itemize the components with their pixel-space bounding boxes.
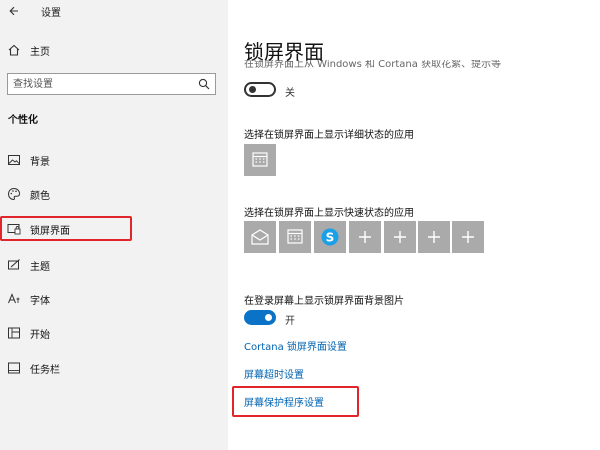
window-title: 设置	[41, 8, 61, 19]
plus-icon	[359, 231, 371, 243]
calendar-icon	[252, 152, 268, 167]
sidebar-item-label: 任务栏	[30, 365, 60, 376]
sidebar: 设置 主页 个性化 背景 颜色	[0, 0, 228, 450]
sidebar-item-colors[interactable]: 颜色	[0, 183, 228, 205]
sidebar-item-start[interactable]: 开始	[0, 322, 228, 344]
signin-background-toggle-label: 开	[285, 316, 295, 327]
fun-facts-description: 在锁屏界面上从 Windows 和 Cortana 获取花絮、提示等	[244, 60, 502, 70]
quick-status-tile-add[interactable]	[349, 221, 381, 253]
sidebar-item-taskbar[interactable]: 任务栏	[0, 357, 228, 379]
svg-text:S: S	[326, 231, 335, 245]
back-arrow-icon[interactable]	[9, 6, 19, 16]
quick-status-tile-add[interactable]	[418, 221, 450, 253]
title-bar: 设置	[0, 0, 228, 22]
detailed-status-label: 选择在锁屏界面上显示详细状态的应用	[244, 130, 414, 141]
palette-icon	[7, 187, 21, 201]
start-icon	[8, 327, 20, 339]
sidebar-item-label: 颜色	[30, 191, 50, 202]
home-icon	[8, 44, 20, 56]
signin-background-toggle[interactable]	[244, 310, 276, 325]
cortana-lock-screen-settings-link[interactable]: Cortana 锁屏界面设置	[244, 338, 347, 353]
sidebar-item-home[interactable]: 主页	[0, 39, 228, 61]
theme-icon	[8, 259, 20, 270]
main-content: 锁屏界面 在锁屏界面上从 Windows 和 Cortana 获取花絮、提示等 …	[228, 0, 600, 450]
sidebar-item-label: 主题	[30, 262, 50, 273]
font-icon	[8, 293, 20, 304]
fun-facts-toggle-label: 关	[285, 88, 295, 99]
taskbar-icon	[8, 362, 20, 374]
sidebar-item-fonts[interactable]: 字体	[0, 288, 228, 310]
quick-status-tile-add[interactable]	[384, 221, 416, 253]
fun-facts-toggle[interactable]	[244, 82, 276, 97]
screen-timeout-settings-link[interactable]: 屏幕超时设置	[244, 366, 304, 381]
quick-status-tile-skype[interactable]: S	[314, 221, 346, 253]
sidebar-item-label: 主页	[30, 47, 50, 58]
selected-item-highlight	[0, 216, 132, 241]
quick-status-tile-add[interactable]	[452, 221, 484, 253]
quick-status-tile-calendar[interactable]	[279, 221, 311, 253]
section-heading: 个性化	[8, 115, 38, 126]
search-box[interactable]	[7, 73, 216, 95]
toggle-knob	[265, 314, 272, 321]
plus-icon	[428, 231, 440, 243]
signin-background-label: 在登录屏幕上显示锁屏界面背景图片	[244, 296, 404, 307]
plus-icon	[394, 231, 406, 243]
sidebar-item-label: 背景	[30, 157, 50, 168]
skype-icon: S	[321, 228, 339, 246]
search-icon[interactable]	[198, 78, 210, 90]
sidebar-item-background[interactable]: 背景	[0, 149, 228, 171]
mail-icon	[251, 229, 269, 245]
toggle-knob	[249, 86, 256, 93]
sidebar-item-label: 字体	[30, 296, 50, 307]
picture-icon	[8, 155, 20, 165]
sidebar-item-themes[interactable]: 主题	[0, 254, 228, 276]
calendar-icon	[287, 229, 303, 244]
quick-status-label: 选择在锁屏界面上显示快速状态的应用	[244, 208, 414, 219]
quick-status-tile-mail[interactable]	[244, 221, 276, 253]
sidebar-item-label: 开始	[30, 330, 50, 341]
screensaver-link-highlight	[232, 386, 359, 417]
detailed-status-app-tile[interactable]	[244, 144, 276, 176]
plus-icon	[462, 231, 474, 243]
search-input[interactable]	[13, 77, 193, 91]
